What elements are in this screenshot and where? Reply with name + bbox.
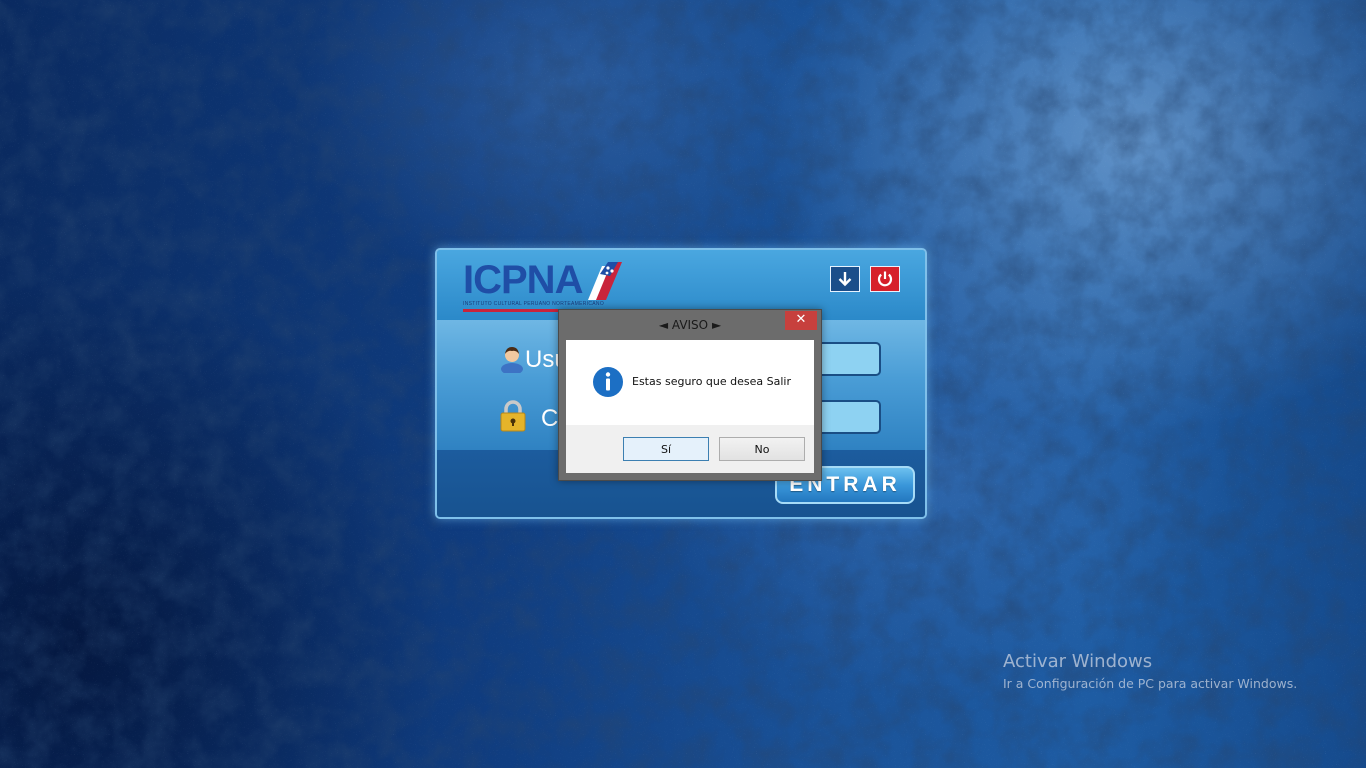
dialog-message-area: Estas seguro que desea Salir (566, 340, 814, 425)
power-button[interactable] (870, 266, 900, 292)
aviso-dialog: ◄ AVISO ► ✕ Estas seguro que desea Salir… (558, 309, 822, 481)
dialog-title: ◄ AVISO ► (658, 318, 722, 332)
windows-activation-watermark: Activar Windows Ir a Configuración de PC… (1003, 651, 1297, 695)
logo-tagline: INSTITUTO CULTURAL PERUANO NORTEAMERICAN… (463, 301, 605, 307)
info-icon (593, 367, 623, 397)
logo-text: ICPNA (463, 258, 583, 302)
lock-icon (500, 400, 526, 432)
user-icon (501, 347, 523, 373)
desktop-background: ICPNA INSTITUTO CULTURAL PERUANO NORTEAM… (0, 0, 1366, 768)
activation-subtitle: Ir a Configuración de PC para activar Wi… (1003, 676, 1298, 691)
power-icon (877, 271, 893, 287)
password-label: C (541, 405, 559, 432)
activation-title: Activar Windows (1003, 651, 1153, 672)
logo-flag-icon (588, 262, 622, 300)
no-button[interactable]: No (719, 437, 805, 461)
minimize-button[interactable] (830, 266, 860, 292)
yes-button[interactable]: Sí (623, 437, 709, 461)
username-input[interactable] (817, 342, 881, 376)
dialog-content: Estas seguro que desea Salir Sí No (566, 340, 814, 473)
icpna-logo: ICPNA INSTITUTO CULTURAL PERUANO NORTEAM… (463, 260, 623, 312)
arrow-down-icon (838, 272, 852, 287)
dialog-close-button[interactable]: ✕ (785, 311, 817, 330)
password-input[interactable] (817, 400, 881, 434)
dialog-message: Estas seguro que desea Salir (632, 375, 791, 388)
